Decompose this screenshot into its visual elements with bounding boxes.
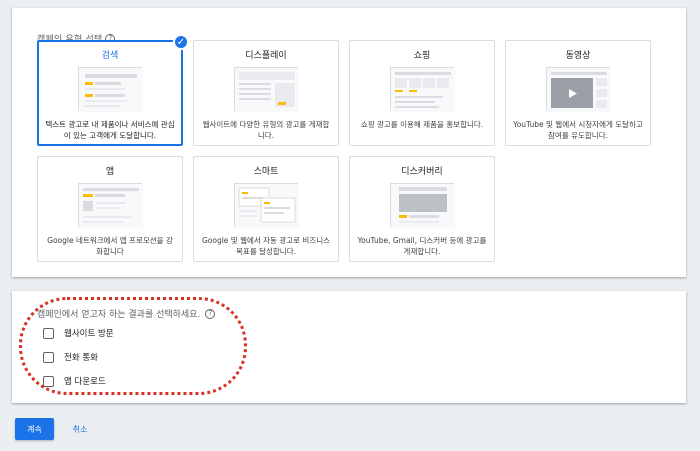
app-ad-thumbnail	[78, 183, 143, 228]
card-title: 디스플레이	[245, 51, 287, 61]
card-description: YouTube, Gmail, 디스커버 등에 광고를 게재합니다.	[357, 236, 487, 256]
campaign-card-app[interactable]: 앱 Google 네트워크에서 앱 프로모션을 강화합니다	[37, 156, 183, 262]
check-icon: ✓	[173, 34, 189, 50]
campaign-goals-panel: 캠페인에서 얻고자 하는 결과를 선택하세요. ? 웹사이트 방문 전화 통화 …	[12, 291, 686, 403]
card-title: 동영상	[565, 51, 591, 61]
campaign-card-search[interactable]: 검색 텍스트 광고로 내 제품이나 서비스에 관심이 있는 고객에게 도달합니다…	[37, 34, 189, 146]
search-ad-thumbnail	[78, 67, 143, 112]
card-title: 앱	[105, 167, 115, 177]
goal-app-downloads[interactable]: 앱 다운로드	[43, 375, 106, 387]
card-description: YouTube 및 웹에서 시청자에게 도달하고 참여를 유도합니다.	[513, 120, 643, 140]
checkbox[interactable]	[43, 375, 54, 387]
display-ad-thumbnail	[234, 67, 299, 112]
help-icon[interactable]: ?	[205, 308, 216, 319]
card-title: 검색	[101, 51, 119, 61]
video-ad-thumbnail	[546, 67, 611, 112]
card-description: 쇼핑 광고를 이용해 제품을 홍보합니다.	[360, 120, 484, 129]
campaign-type-panel: 캠페인 유형 선택 ? 검색 텍스트 광고로 내 제품이나 서비스에 관심이 있…	[12, 8, 686, 277]
goal-label: 전화 통화	[64, 353, 98, 363]
campaign-card-discovery[interactable]: 디스커버리 YouTube, Gmail, 디스커버 등에 광고를 게재합니다.	[349, 156, 495, 262]
campaign-card-shopping[interactable]: 쇼핑 쇼핑 광고를 이용해 제품을 홍보합니다.	[349, 40, 495, 146]
card-description: Google 및 웹에서 자동 광고로 비즈니스 목표를 달성합니다.	[201, 236, 331, 256]
card-title: 디스커버리	[401, 167, 443, 177]
campaign-card-display[interactable]: 디스플레이 웹사이트에 다양한 유형의 광고를 게재합니다.	[193, 40, 339, 146]
goal-label: 앱 다운로드	[64, 377, 106, 387]
checkbox[interactable]	[43, 351, 54, 363]
goals-title: 캠페인에서 얻고자 하는 결과를 선택하세요. ?	[37, 307, 216, 320]
campaign-card-smart[interactable]: 스마트 Google 및 웹에서 자동 광고로 비즈니스 목표를 달성합니다.	[193, 156, 339, 262]
card-description: 텍스트 광고로 내 제품이나 서비스에 관심이 있는 고객에게 도달합니다.	[45, 120, 175, 140]
goal-label: 웹사이트 방문	[64, 329, 114, 339]
continue-button[interactable]: 계속	[15, 418, 54, 440]
discovery-ad-thumbnail	[390, 183, 455, 228]
checkbox[interactable]	[43, 327, 54, 339]
card-title: 스마트	[253, 167, 279, 177]
smart-ad-thumbnail	[234, 183, 299, 228]
goal-website-visits[interactable]: 웹사이트 방문	[43, 327, 114, 339]
campaign-card-video[interactable]: 동영상 YouTube 및 웹에서 시청자에게 도달하고 참여를 유도합니다.	[505, 40, 651, 146]
card-title: 쇼핑	[413, 51, 431, 61]
card-description: 웹사이트에 다양한 유형의 광고를 게재합니다.	[202, 120, 330, 140]
goal-phone-calls[interactable]: 전화 통화	[43, 351, 98, 363]
card-description: Google 네트워크에서 앱 프로모션을 강화합니다	[47, 236, 173, 256]
shopping-ad-thumbnail	[390, 67, 455, 112]
cancel-button[interactable]: 취소	[62, 418, 98, 440]
